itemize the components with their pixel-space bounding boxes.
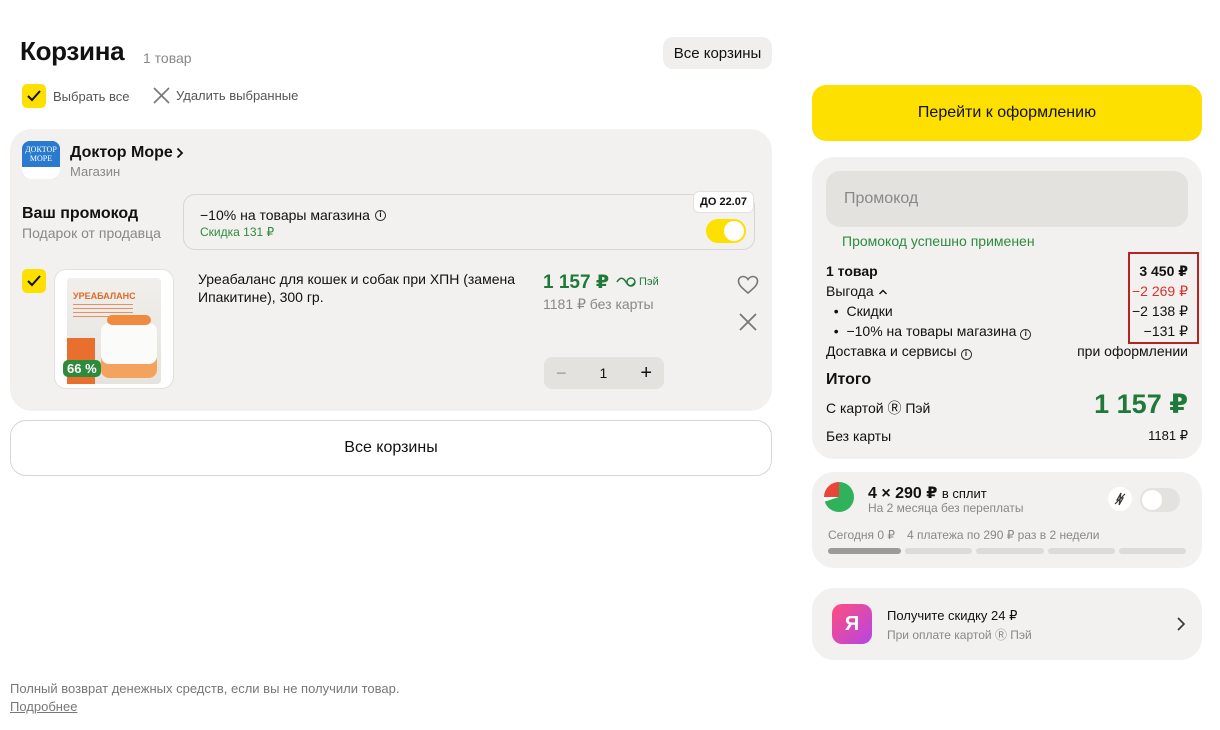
split-subtitle: На 2 месяца без переплаты bbox=[868, 501, 1024, 515]
favorite-heart-icon[interactable] bbox=[737, 275, 759, 295]
check-icon bbox=[27, 275, 41, 287]
quantity-stepper[interactable]: − 1 + bbox=[544, 357, 664, 389]
split-plan: 4 платежа по 290 ₽ раз в 2 недели bbox=[907, 528, 1100, 542]
chevron-up-icon bbox=[878, 289, 887, 295]
ya-offer-subtitle: При оплате картой Ⓡ Пэй bbox=[887, 628, 1032, 642]
total-no-card-value: 1181 ₽ bbox=[1148, 428, 1188, 443]
split-lightning-icon[interactable] bbox=[1108, 487, 1132, 511]
total-no-card-label: Без карты bbox=[826, 428, 892, 444]
order-summary-card: Промокод успешно применен 1 товар 3 450 … bbox=[812, 157, 1202, 459]
remove-item-icon[interactable] bbox=[739, 313, 757, 331]
all-carts-top-button[interactable]: Все корзины bbox=[663, 37, 772, 69]
shop-type: Магазин bbox=[70, 164, 121, 179]
item-checkbox[interactable] bbox=[22, 269, 46, 293]
product-image-title: УРЕАБАЛАНС bbox=[73, 291, 136, 301]
price-with-card: 1 157 ₽ Пэй bbox=[543, 272, 659, 293]
pay-card-icon bbox=[616, 277, 636, 287]
split-progress bbox=[828, 548, 1186, 554]
select-all-label: Выбрать все bbox=[53, 88, 130, 104]
all-carts-button[interactable]: Все корзины bbox=[10, 420, 772, 476]
shop-cart-card: ДОКТОР МОРЕ Доктор Море Магазин Ваш пром… bbox=[10, 129, 772, 411]
discount-badge: 66 % bbox=[63, 360, 101, 377]
close-icon bbox=[153, 87, 170, 104]
cart-item-count: 1 товар bbox=[143, 50, 192, 66]
price-without-card: 1181 ₽ без карты bbox=[543, 296, 654, 312]
info-icon[interactable]: i bbox=[960, 348, 972, 360]
info-icon[interactable]: i bbox=[374, 209, 386, 221]
shop-name-link[interactable]: Доктор Море bbox=[70, 144, 184, 162]
promo-code-input[interactable] bbox=[826, 171, 1188, 227]
promo-toggle[interactable] bbox=[706, 219, 746, 243]
promo-subtitle: Подарок от продавца bbox=[22, 225, 161, 241]
promo-success-message: Промокод успешно применен bbox=[842, 233, 1035, 249]
check-icon bbox=[27, 90, 41, 102]
shop-name: Доктор Море bbox=[70, 144, 173, 161]
chevron-right-icon bbox=[1177, 617, 1186, 631]
yandex-pay-offer[interactable]: Я Получите скидку 24 ₽ При оплате картой… bbox=[812, 588, 1202, 660]
select-all-control[interactable]: Выбрать все bbox=[22, 84, 129, 108]
delete-selected-button[interactable]: Удалить выбранные bbox=[152, 86, 298, 105]
total-price: 1 157 ₽ bbox=[1094, 389, 1188, 419]
shop-logo[interactable]: ДОКТОР МОРЕ bbox=[22, 141, 60, 179]
split-title: 4 × 290 ₽ в сплит bbox=[868, 485, 987, 502]
shop-promo-card[interactable]: −10% на товары магазина i Скидка 131 ₽ bbox=[183, 194, 755, 250]
product-image[interactable]: УРЕАБАЛАНС 66 % bbox=[54, 269, 174, 389]
ya-offer-title: Получите скидку 24 ₽ bbox=[887, 608, 1018, 623]
increase-button[interactable]: + bbox=[640, 362, 652, 385]
split-today: Сегодня 0 ₽ bbox=[828, 528, 895, 542]
product-name[interactable]: Уреабаланс для кошек и собак при ХПН (за… bbox=[198, 270, 528, 306]
yandex-logo: Я bbox=[832, 604, 872, 644]
shop-promo-title: −10% на товары магазина bbox=[200, 207, 370, 223]
split-payment-card: 4 × 290 ₽ в сплит На 2 месяца без перепл… bbox=[812, 472, 1202, 568]
refund-note: Полный возврат денежных средств, если вы… bbox=[10, 681, 400, 696]
shop-promo-discount: Скидка 131 ₽ bbox=[200, 225, 275, 239]
chevron-right-icon bbox=[176, 147, 184, 159]
split-logo bbox=[824, 482, 854, 512]
total-with-card-label: С картой Ⓡ Пэй bbox=[826, 400, 931, 416]
quantity-value: 1 bbox=[599, 365, 608, 381]
delete-selected-label: Удалить выбранные bbox=[176, 88, 299, 103]
highlight-box bbox=[1128, 252, 1199, 344]
more-info-link[interactable]: Подробнее bbox=[10, 699, 77, 714]
promo-label: Ваш промокод bbox=[22, 205, 139, 222]
select-all-checkbox[interactable] bbox=[22, 84, 46, 108]
checkout-button[interactable]: Перейти к оформлению bbox=[812, 85, 1202, 141]
pay-label: Пэй bbox=[639, 276, 659, 288]
total-title: Итого bbox=[826, 371, 872, 388]
page-title: Корзина bbox=[20, 36, 125, 66]
promo-date-badge: ДО 22.07 bbox=[694, 192, 753, 212]
summary-delivery-row: Доставка и сервисы i при оформлении bbox=[826, 343, 1188, 360]
decrease-button[interactable]: − bbox=[556, 363, 567, 384]
info-icon[interactable]: i bbox=[1020, 328, 1032, 340]
split-toggle[interactable] bbox=[1140, 488, 1180, 512]
